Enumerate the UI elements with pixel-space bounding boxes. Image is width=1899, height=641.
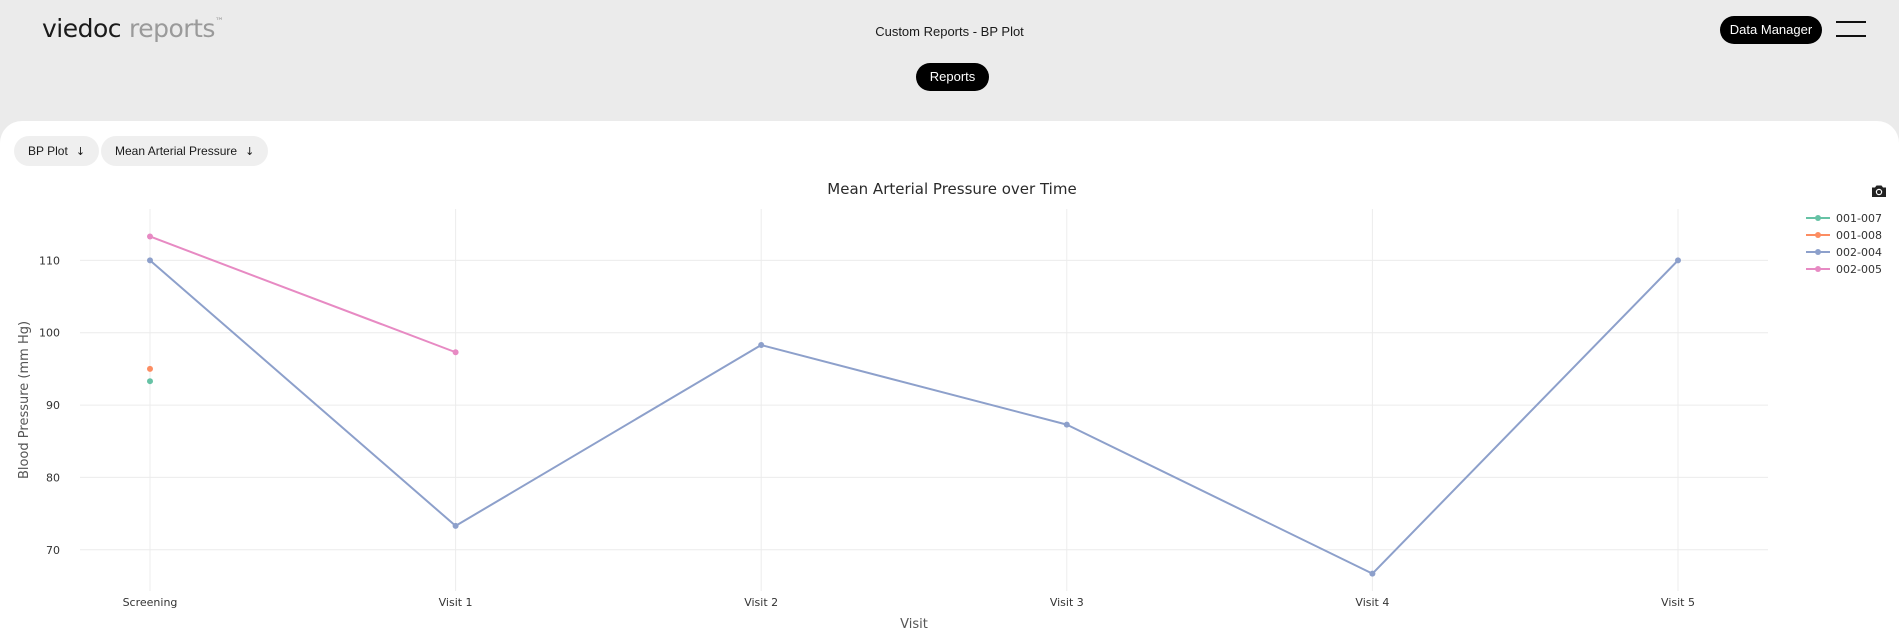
x-axis-ticks: Screening Visit 1 Visit 2 Visit 3 Visit 4 Vis… xyxy=(123,596,1695,609)
data-point xyxy=(1369,570,1376,577)
legend-label: 002-005 xyxy=(1836,263,1882,276)
report-panel: BP Plot ↓ Mean Arterial Pressure ↓ Mean Ar… xyxy=(0,121,1899,641)
page-title: Custom Reports - BP Plot xyxy=(875,24,1024,39)
legend-swatch-marker xyxy=(1815,215,1821,221)
legend: 001-007 001-008 002-004 002-005 xyxy=(1806,212,1882,276)
data-point xyxy=(1675,257,1681,264)
hamburger-menu-icon[interactable] xyxy=(1836,20,1866,40)
x-tick-label: Visit 4 xyxy=(1355,596,1389,609)
reports-button[interactable]: Reports xyxy=(916,63,989,91)
x-tick-label: Visit 1 xyxy=(439,596,473,609)
y-tick-label: 100 xyxy=(39,327,60,340)
series-line xyxy=(149,235,456,354)
series-001-008 xyxy=(147,365,153,372)
series-001-007 xyxy=(147,378,153,385)
chart-title: Mean Arterial Pressure over Time xyxy=(827,180,1076,198)
legend-label: 002-004 xyxy=(1836,246,1882,259)
legend-item: 001-008 xyxy=(1806,229,1882,242)
grid xyxy=(80,209,1768,591)
data-point xyxy=(147,257,153,264)
y-tick-label: 90 xyxy=(46,399,60,412)
x-tick-label: Visit 3 xyxy=(1050,596,1084,609)
data-manager-button[interactable]: Data Manager xyxy=(1720,16,1822,44)
y-axis-title: Blood Pressure (mm Hg) xyxy=(17,321,32,479)
data-point xyxy=(452,349,459,356)
data-point xyxy=(452,522,459,529)
menu-line xyxy=(1836,21,1866,23)
legend-label: 001-007 xyxy=(1836,212,1882,225)
data-point xyxy=(147,365,153,372)
x-tick-label: Visit 2 xyxy=(744,596,778,609)
legend-item: 002-004 xyxy=(1806,246,1882,259)
series-002-004 xyxy=(147,257,1681,577)
legend-item: 001-007 xyxy=(1806,212,1882,225)
top-bar: viedoc reports™ Custom Reports - BP Plot … xyxy=(0,0,1899,120)
chart-canvas: Mean Arterial Pressure over Time 70 80 90 1… xyxy=(17,180,1882,632)
legend-label: 001-008 xyxy=(1836,229,1882,242)
y-tick-label: 110 xyxy=(39,254,60,267)
y-tick-label: 70 xyxy=(46,544,60,557)
data-point xyxy=(1063,421,1070,428)
legend-swatch-marker xyxy=(1815,232,1821,238)
x-axis-title: Visit xyxy=(900,617,928,632)
app-window: viedoc reports™ Custom Reports - BP Plot … xyxy=(0,0,1899,641)
data-point xyxy=(147,233,153,240)
legend-swatch-marker xyxy=(1815,249,1821,255)
y-axis-ticks: 70 80 90 100 110 xyxy=(39,254,60,556)
series-line xyxy=(149,259,1679,575)
data-point xyxy=(758,342,765,349)
y-tick-label: 80 xyxy=(46,471,60,484)
series-002-005 xyxy=(147,233,459,356)
x-tick-label: Visit 5 xyxy=(1661,596,1695,609)
legend-item: 002-005 xyxy=(1806,263,1882,276)
data-point xyxy=(147,378,153,385)
menu-line xyxy=(1836,35,1866,37)
x-tick-label: Screening xyxy=(123,596,178,609)
legend-swatch-marker xyxy=(1815,266,1821,272)
